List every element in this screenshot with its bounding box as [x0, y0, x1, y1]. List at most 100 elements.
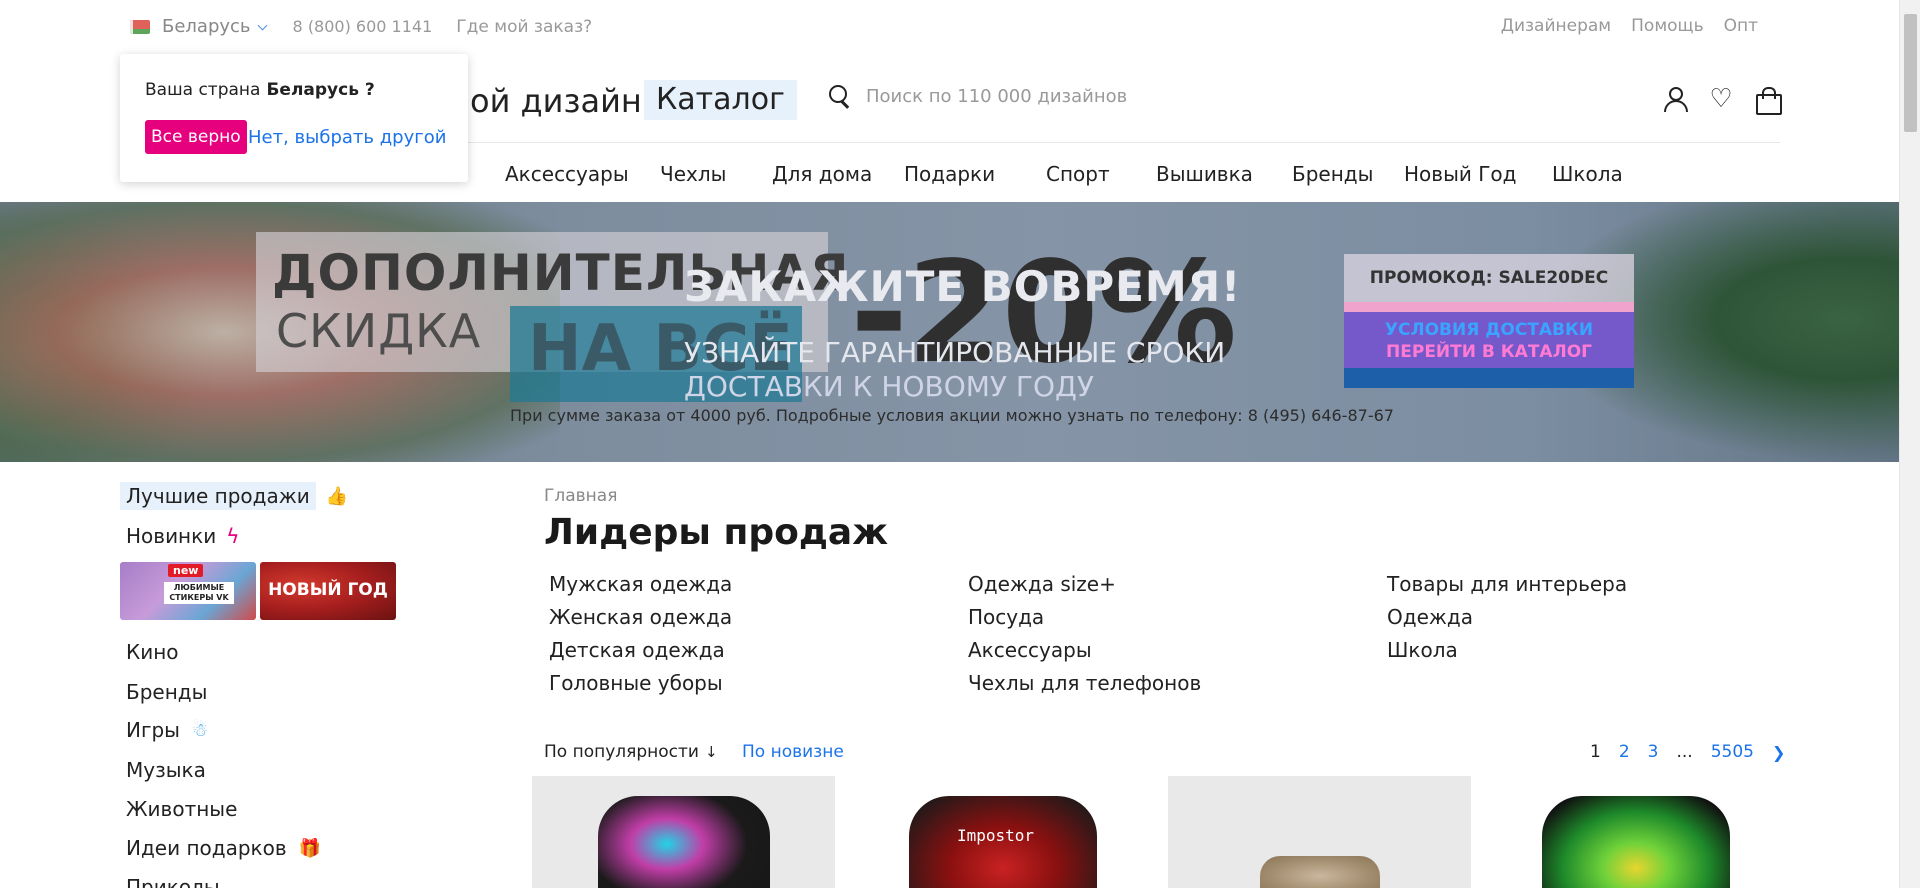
- promo-stripe-blue: [1344, 368, 1634, 388]
- delivery-terms-link[interactable]: УСЛОВИЯ ДОСТАВКИ: [1344, 320, 1634, 340]
- sort-newest[interactable]: По новизне: [742, 742, 844, 762]
- sidebar-item-brands[interactable]: Бренды: [126, 680, 207, 704]
- change-country-link[interactable]: Нет, выбрать другой: [248, 127, 446, 148]
- product-card[interactable]: Impostor: [851, 776, 1154, 888]
- sidebar-item-jokes[interactable]: Приколы: [126, 875, 220, 888]
- sidebar-music-label[interactable]: Музыка: [126, 758, 206, 782]
- top-bar-left: Беларусь 8 (800) 600 1141 Где мой заказ?: [130, 16, 592, 37]
- go-to-catalog-link[interactable]: ПЕРЕЙТИ В КАТАЛОГ: [1344, 342, 1634, 362]
- sidebar-item-movies[interactable]: Кино: [126, 640, 179, 664]
- sidebar-item-music[interactable]: Музыка: [126, 758, 206, 782]
- sidebar-jokes-label[interactable]: Приколы: [126, 875, 220, 888]
- country-question: Ваша страна Беларусь ?: [145, 80, 375, 100]
- thumbs-up-icon: 👍: [325, 485, 349, 507]
- vk-stickers-tile[interactable]: new ЛЮБИМЫЕ СТИКЕРЫ VK: [120, 562, 256, 620]
- sidebar-movies-label[interactable]: Кино: [126, 640, 179, 664]
- nav-item-brands[interactable]: Бренды: [1292, 162, 1373, 186]
- nav-item-accessories[interactable]: Аксессуары: [505, 162, 629, 186]
- category-link[interactable]: Одежда size+: [968, 572, 1201, 605]
- where-order-link[interactable]: Где мой заказ?: [456, 17, 592, 37]
- category-column-2: Одежда size+ Посуда Аксессуары Чехлы для…: [968, 572, 1201, 704]
- country-confirm-popup: Ваша страна Беларусь ? Все верно Нет, выб…: [120, 54, 468, 182]
- page-link[interactable]: 2: [1619, 742, 1630, 762]
- nav-item-sport[interactable]: Спорт: [1046, 162, 1110, 186]
- designers-link[interactable]: Дизайнерам: [1501, 16, 1611, 36]
- category-link[interactable]: Аксессуары: [968, 638, 1201, 671]
- scrollbar-thumb[interactable]: [1904, 14, 1917, 132]
- banner-promo-block: ПРОМОКОД: SALE20DEC УСЛОВИЯ ДОСТАВКИ ПЕР…: [1344, 254, 1634, 388]
- ghost-icon: ☃: [191, 719, 209, 741]
- product-card[interactable]: [1486, 776, 1789, 888]
- promo-banner[interactable]: ДОПОЛНИТЕЛЬНАЯ СКИДКА НА ВСЁ -20% ЗАКАЖИ…: [0, 202, 1899, 462]
- page-last[interactable]: 5505: [1711, 742, 1754, 762]
- help-link[interactable]: Помощь: [1631, 16, 1703, 36]
- page-link[interactable]: 3: [1648, 742, 1659, 762]
- sidebar-gift-ideas-label[interactable]: Идеи подарков: [126, 836, 287, 860]
- page-title: Лидеры продаж: [544, 512, 889, 553]
- category-link[interactable]: Головные уборы: [549, 671, 732, 704]
- banner-headline: ЗАКАЖИТЕ ВОВРЕМЯ!: [684, 262, 1242, 311]
- page-scrollbar[interactable]: [1899, 0, 1920, 888]
- sidebar-animals-label[interactable]: Животные: [126, 797, 237, 821]
- category-link[interactable]: Товары для интерьера: [1387, 572, 1627, 605]
- search-input[interactable]: [866, 85, 1366, 107]
- new-year-tile[interactable]: НОВЫЙ ГОД: [260, 562, 396, 620]
- promo-stripe-pink: [1344, 302, 1634, 312]
- category-link[interactable]: Чехлы для телефонов: [968, 671, 1201, 704]
- site-logo-text[interactable]: ой дизайн: [470, 82, 642, 120]
- sidebar-new-label[interactable]: Новинки: [126, 524, 216, 548]
- arrow-down-icon: ↓: [704, 743, 718, 761]
- nav-item-cases[interactable]: Чехлы: [660, 162, 726, 186]
- banner-note: При сумме заказа от 4000 руб. Подробные …: [510, 406, 1394, 425]
- banner-sub-2: ДОСТАВКИ К НОВОМУ ГОДУ: [684, 370, 1094, 403]
- sidebar-item-best[interactable]: Лучшие продажи 👍: [120, 482, 348, 510]
- sidebar-item-gift-ideas[interactable]: Идеи подарков 🎁: [126, 836, 321, 860]
- sidebar-item-animals[interactable]: Животные: [126, 797, 237, 821]
- catalog-button[interactable]: Каталог: [644, 80, 797, 120]
- product-card[interactable]: [532, 776, 835, 888]
- product-image[interactable]: Impostor: [909, 796, 1097, 888]
- nav-item-gifts[interactable]: Подарки: [904, 162, 995, 186]
- category-link[interactable]: Посуда: [968, 605, 1201, 638]
- wholesale-link[interactable]: Опт: [1724, 16, 1758, 36]
- lightning-icon: ϟ: [226, 524, 240, 548]
- shopping-bag-icon[interactable]: [1754, 86, 1782, 115]
- promo-code: ПРОМОКОД: SALE20DEC: [1344, 254, 1634, 302]
- heart-icon[interactable]: ♡: [1708, 86, 1734, 112]
- product-image[interactable]: [1542, 796, 1730, 888]
- new-year-tile-text: НОВЫЙ ГОД: [268, 580, 388, 600]
- country-selector[interactable]: Беларусь: [162, 16, 251, 37]
- search-icon[interactable]: [828, 84, 852, 108]
- sort-popular-label[interactable]: По популярности: [544, 742, 699, 762]
- breadcrumb[interactable]: Главная: [544, 486, 617, 506]
- user-icon[interactable]: [1662, 86, 1688, 112]
- product-card[interactable]: [1168, 776, 1471, 888]
- sort-popular[interactable]: По популярности ↓: [544, 742, 718, 762]
- category-link[interactable]: Школа: [1387, 638, 1627, 671]
- header-icons: ♡: [1662, 86, 1782, 115]
- vk-stickers-text: ЛЮБИМЫЕ СТИКЕРЫ VK: [164, 582, 234, 604]
- category-link[interactable]: Мужская одежда: [549, 572, 732, 605]
- category-link[interactable]: Детская одежда: [549, 638, 732, 671]
- product-image[interactable]: [1260, 856, 1380, 888]
- top-bar-right: Дизайнерам Помощь Опт: [1501, 16, 1758, 36]
- confirm-country-button[interactable]: Все верно: [145, 120, 247, 154]
- chevron-down-icon[interactable]: [257, 21, 269, 33]
- nav-item-home[interactable]: Для дома: [772, 162, 872, 186]
- category-link[interactable]: Одежда: [1387, 605, 1627, 638]
- product-image[interactable]: [598, 796, 770, 888]
- sidebar-item-games[interactable]: Игры ☃: [126, 718, 208, 742]
- sidebar-best-label[interactable]: Лучшие продажи: [120, 482, 316, 510]
- nav-item-school[interactable]: Школа: [1552, 162, 1623, 186]
- page-current: 1: [1590, 742, 1601, 762]
- pagination: 1 2 3 ... 5505 ❯: [1590, 742, 1785, 762]
- sidebar-item-new[interactable]: Новинки ϟ: [126, 524, 239, 548]
- nav-item-embroidery[interactable]: Вышивка: [1156, 162, 1253, 186]
- nav-item-new-year[interactable]: Новый Год: [1404, 162, 1516, 186]
- category-link[interactable]: Женская одежда: [549, 605, 732, 638]
- sidebar-brands-label[interactable]: Бренды: [126, 680, 207, 704]
- product-print-text: Impostor: [957, 826, 1035, 845]
- sidebar-games-label[interactable]: Игры: [126, 718, 180, 742]
- chevron-right-icon[interactable]: ❯: [1772, 743, 1785, 762]
- phone-number[interactable]: 8 (800) 600 1141: [293, 17, 433, 36]
